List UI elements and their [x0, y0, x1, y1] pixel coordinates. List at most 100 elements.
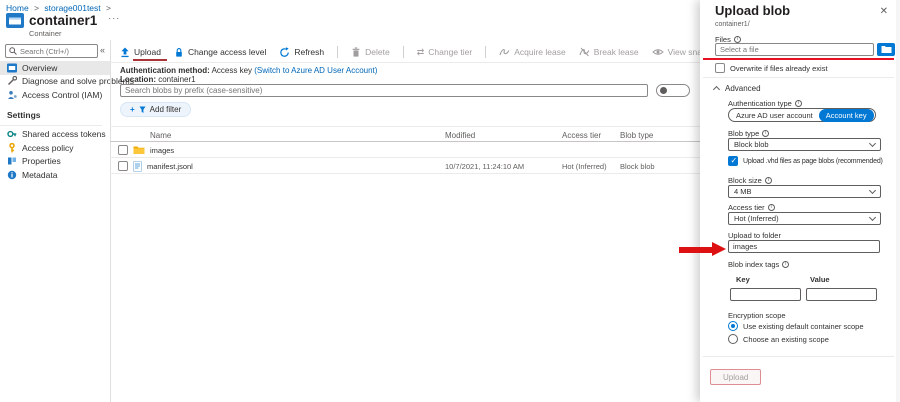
upload-button[interactable]: Upload — [120, 47, 161, 58]
column-header-access-tier[interactable]: Access tier — [562, 127, 601, 143]
annotation-arrow — [679, 242, 726, 257]
tag-key-input[interactable] — [730, 288, 801, 301]
breadcrumb-separator: > — [34, 3, 39, 13]
sidebar-item-diagnose[interactable]: Diagnose and solve problems — [0, 75, 110, 89]
overwrite-label: Overwrite if files already exist — [730, 64, 828, 73]
tag-value-input[interactable] — [806, 288, 877, 301]
acquire-lease-button[interactable]: Acquire lease — [499, 47, 566, 57]
breadcrumb-link-home[interactable]: Home — [6, 3, 29, 13]
chevron-up-icon — [713, 86, 720, 93]
close-icon[interactable]: ✕ — [880, 6, 888, 17]
chevron-down-icon — [869, 213, 876, 220]
person-key-icon — [7, 90, 17, 100]
blob-prefix-search-input[interactable] — [120, 84, 648, 97]
add-filter-button[interactable]: + Add filter — [120, 102, 191, 117]
sidebar-divider — [0, 125, 102, 126]
overview-container-icon — [7, 63, 17, 73]
info-icon — [768, 204, 775, 211]
block-size-dropdown[interactable]: 4 MB — [728, 185, 881, 198]
encryption-scope-label: Encryption scope — [728, 311, 786, 320]
refresh-button[interactable]: Refresh — [279, 47, 324, 58]
wrench-icon — [7, 76, 17, 86]
toggle-switch[interactable] — [656, 84, 690, 97]
eye-icon — [652, 47, 664, 57]
blob-name[interactable]: images — [150, 146, 174, 155]
sidebar-item-access-policy[interactable]: Access policy — [0, 141, 110, 155]
access-tier-dropdown[interactable]: Hot (Inferred) — [728, 212, 881, 225]
segment-azure-ad[interactable]: Azure AD user account — [730, 110, 819, 121]
sidebar-item-properties[interactable]: Properties — [0, 155, 110, 169]
blob-type: Block blob — [620, 158, 655, 174]
collapse-sidebar-icon[interactable]: « — [100, 45, 105, 55]
upload-to-folder-label: Upload to folder — [728, 231, 781, 240]
radio-unselected[interactable] — [728, 334, 738, 344]
sidebar-search-input[interactable] — [20, 47, 94, 56]
sidebar-item-access-control[interactable]: Access Control (IAM) — [0, 88, 110, 102]
switch-auth-link[interactable]: (Switch to Azure AD User Account) — [254, 66, 377, 75]
segment-account-key[interactable]: Account key — [819, 109, 874, 122]
vhd-checkbox[interactable] — [728, 156, 738, 166]
encryption-existing-scope-option[interactable]: Choose an existing scope — [728, 334, 829, 344]
access-tier-label: Access tier — [728, 203, 775, 212]
blob-name[interactable]: manifest.jsonl — [147, 162, 193, 171]
change-access-level-button[interactable]: Change access level — [174, 47, 266, 58]
column-header-name[interactable]: Name — [150, 127, 171, 143]
authentication-method-line: Authentication method: Access key (Switc… — [120, 66, 377, 75]
more-menu-icon[interactable]: ··· — [108, 13, 120, 23]
sidebar-item-shared-access-tokens[interactable]: Shared access tokens — [0, 128, 110, 142]
sidebar-item-label: Overview — [22, 63, 57, 73]
panel-scrollbar[interactable] — [896, 0, 900, 402]
info-icon — [734, 36, 741, 43]
column-header-blob-type[interactable]: Blob type — [620, 127, 653, 143]
blob-index-tags-label: Blob index tags — [728, 260, 789, 269]
file-icon — [133, 161, 142, 172]
sidebar-item-label: Properties — [22, 156, 61, 166]
change-tier-button[interactable]: ⇄ Change tier — [417, 47, 473, 57]
file-picker — [715, 43, 896, 56]
sidebar-item-label: Shared access tokens — [22, 129, 106, 139]
filter-funnel-icon — [139, 106, 146, 114]
blob-type-dropdown[interactable]: Block blob — [728, 138, 881, 151]
tag-key-header: Key — [736, 275, 750, 284]
breadcrumb-separator: > — [106, 3, 111, 13]
sidebar-item-label: Diagnose and solve problems — [22, 76, 134, 86]
panel-upload-button[interactable]: Upload — [710, 369, 761, 385]
sidebar-content-divider — [110, 40, 111, 402]
page-subtitle: Container — [29, 29, 62, 38]
row-checkbox[interactable] — [118, 145, 128, 155]
folder-open-icon — [881, 45, 892, 54]
encryption-default-scope-option[interactable]: Use existing default container scope — [728, 321, 864, 331]
break-lease-button[interactable]: Break lease — [579, 47, 639, 57]
advanced-heading: Advanced — [725, 84, 761, 93]
delete-button[interactable]: Delete — [351, 47, 390, 58]
info-icon — [765, 177, 772, 184]
auth-method-label: Authentication method: — [120, 66, 210, 75]
advanced-section-toggle[interactable]: Advanced — [714, 84, 761, 93]
chevron-down-icon — [869, 139, 876, 146]
file-select-input[interactable] — [715, 43, 874, 56]
sidebar-item-metadata[interactable]: Metadata — [0, 168, 110, 182]
toolbar-separator — [485, 46, 486, 58]
overwrite-checkbox-row[interactable]: Overwrite if files already exist — [715, 63, 828, 73]
browse-files-button[interactable] — [877, 43, 895, 56]
info-icon — [795, 100, 802, 107]
location-label: Location: — [120, 75, 156, 84]
info-circle-icon — [7, 170, 17, 180]
blob-modified: 10/7/2021, 11:24:10 AM — [445, 158, 524, 174]
row-checkbox[interactable] — [118, 161, 128, 171]
column-header-modified[interactable]: Modified — [445, 127, 475, 143]
toggle-knob — [660, 87, 667, 94]
vhd-label: Upload .vhd files as page blobs (recomme… — [743, 158, 883, 165]
radio-selected[interactable] — [728, 321, 738, 331]
sidebar-item-overview[interactable]: Overview — [0, 61, 110, 75]
breadcrumb: Home > storage001test > — [6, 3, 114, 13]
token-icon — [7, 129, 17, 139]
toolbar-separator — [403, 46, 404, 58]
overwrite-checkbox[interactable] — [715, 63, 725, 73]
breadcrumb-link-storage[interactable]: storage001test — [44, 3, 100, 13]
refresh-icon — [279, 47, 290, 58]
sidebar-search[interactable] — [5, 44, 98, 58]
annotation-underline-files — [703, 58, 894, 60]
vhd-checkbox-row[interactable]: Upload .vhd files as page blobs (recomme… — [728, 156, 883, 166]
upload-to-folder-input[interactable] — [728, 240, 880, 253]
